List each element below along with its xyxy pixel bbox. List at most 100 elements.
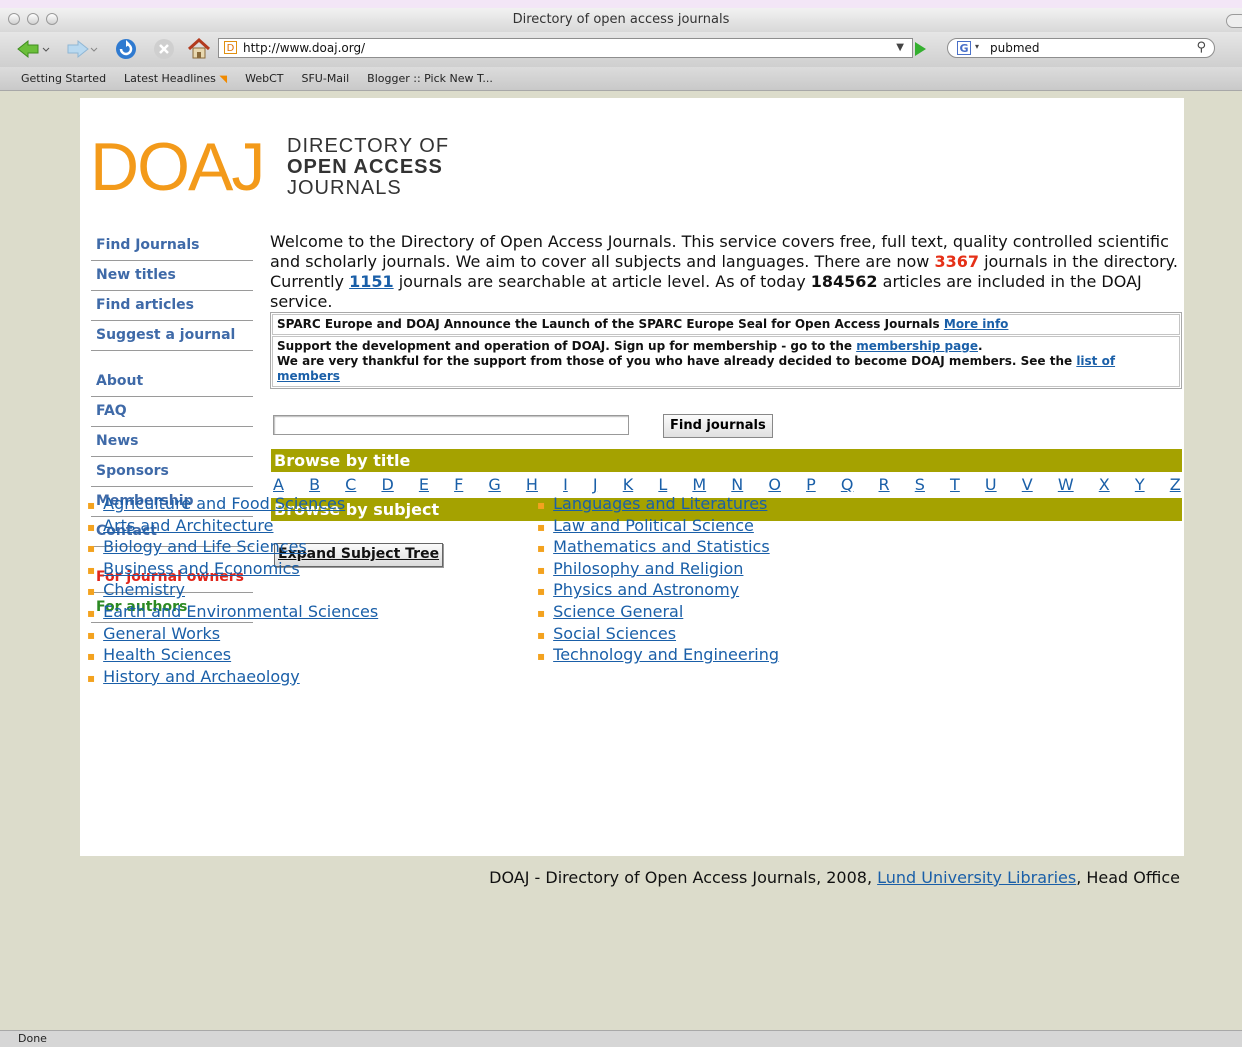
subject-column-left: ▪ Agriculture and Food Sciences ▪ Arts and … [87,494,537,688]
bookmark-getting-started[interactable]: Getting Started [21,72,106,85]
journal-search-input[interactable] [273,415,629,435]
navigation-toolbar: D http://www.doaj.org/ ▼ G ▾ pubmed ⚲ [0,32,1242,67]
subject-list-item: ▪ Mathematics and Statistics [537,537,987,559]
go-arrow-icon[interactable] [915,42,926,56]
title-bar: Directory of open access journals [0,8,1242,33]
magnifier-icon[interactable]: ⚲ [1196,40,1206,55]
search-engine-icon[interactable]: G [957,41,971,55]
lund-university-link[interactable]: Lund University Libraries [877,868,1076,887]
subject-link[interactable]: Business and Economics [103,559,300,578]
subject-link[interactable]: Social Sciences [553,624,676,643]
toolbar-toggle-button[interactable] [1226,14,1242,28]
bookmark-webct[interactable]: WebCT [245,72,283,85]
history-dropdown-icon[interactable]: ▼ [896,42,904,53]
forward-button[interactable] [62,38,100,60]
sparc-notice: SPARC Europe and DOAJ Announce the Launc… [272,314,1180,335]
bookmarks-toolbar: Getting Started Latest Headlines ◥ WebCT… [0,67,1242,91]
subject-link[interactable]: Arts and Architecture [103,516,273,535]
browse-by-title-header: Browse by title [271,449,1182,472]
doaj-logo[interactable]: DOAJ DIRECTORY OF OPEN ACCESS JOURNALS [90,132,448,202]
sidebar-item-new-titles[interactable]: New titles [91,262,253,291]
subject-link[interactable]: Mathematics and Statistics [553,537,770,556]
bullet-icon: ▪ [87,519,96,534]
footer-text: DOAJ - Directory of Open Access Journals… [489,868,878,887]
subject-link[interactable]: History and Archaeology [103,667,300,686]
back-arrow-icon [17,39,50,59]
bookmark-sfu-mail[interactable]: SFU-Mail [301,72,349,85]
subject-link[interactable]: Health Sciences [103,645,231,664]
subject-link[interactable]: Agriculture and Food Sciences [103,494,345,513]
subject-link[interactable]: General Works [103,624,220,643]
support-end: . [977,339,983,353]
letter-link-z[interactable]: Z [1170,475,1181,498]
status-bar: Done [0,1030,1242,1047]
sidebar-item-about[interactable]: About [91,368,253,397]
subject-link[interactable]: Science General [553,602,683,621]
more-info-link[interactable]: More info [944,317,1009,331]
window-title: Directory of open access journals [512,12,730,27]
subject-link[interactable]: Law and Political Science [553,516,754,535]
journal-search-row: Find journals [270,389,1182,449]
web-search-input[interactable]: pubmed [990,41,1040,55]
address-bar[interactable]: D http://www.doaj.org/ ▼ [218,38,913,58]
subject-list-item: ▪ Business and Economics [87,559,537,581]
reload-button[interactable] [113,38,139,60]
sidebar-item-faq[interactable]: FAQ [91,398,253,427]
bullet-icon: ▪ [537,541,546,556]
subject-link[interactable]: Biology and Life Sciences [103,537,307,556]
subject-list-item: ▪ Science General [537,602,987,624]
web-search-box[interactable]: G ▾ pubmed ⚲ [947,38,1215,58]
subject-link[interactable]: Earth and Environmental Sciences [103,602,378,621]
subject-link[interactable]: Languages and Literatures [553,494,767,513]
logo-line-2: OPEN ACCESS [287,156,443,178]
subject-list-item: ▪ Health Sciences [87,645,537,667]
sidebar-item-sponsors[interactable]: Sponsors [91,458,253,487]
subject-list-item: ▪ Arts and Architecture [87,516,537,538]
support-text: Support the development and operation of… [277,339,857,353]
membership-notice: Support the development and operation of… [272,336,1180,387]
subject-link[interactable]: Technology and Engineering [553,645,779,664]
bullet-icon: ▪ [87,584,96,599]
bookmark-label: Latest Headlines [124,72,216,85]
subject-link[interactable]: Chemistry [103,580,185,599]
subject-list-item: ▪ Physics and Astronomy [537,580,987,602]
stop-button[interactable] [151,38,177,60]
sidebar-item-find-journals[interactable]: Find Journals [91,232,253,261]
footer-end: , Head Office [1076,868,1180,887]
browser-window: Directory of open access journals D http… [0,8,1242,1047]
forward-arrow-icon [67,39,98,59]
bullet-icon: ▪ [87,670,96,685]
subject-list-item: ▪ Social Sciences [537,624,987,646]
logo-line-3: JOURNALS [287,177,402,199]
letter-link-v[interactable]: V [1022,475,1033,498]
sidebar-item-suggest-journal[interactable]: Suggest a journal [91,322,253,351]
sidebar-item-find-articles[interactable]: Find articles [91,292,253,321]
find-journals-button[interactable]: Find journals [663,414,773,438]
stop-icon [154,39,174,59]
thanks-text: We are very thankful for the support fro… [277,354,1077,368]
engine-dropdown-icon[interactable]: ▾ [975,42,979,51]
searchable-count-link[interactable]: 1151 [349,272,394,291]
letter-link-y[interactable]: Y [1135,475,1145,498]
subject-list-item: ▪ History and Archaeology [87,667,537,689]
home-button[interactable] [186,38,212,60]
subject-list-item: ▪ Agriculture and Food Sciences [87,494,537,516]
back-button[interactable] [14,38,52,60]
subject-link[interactable]: Physics and Astronomy [553,580,739,599]
subject-link[interactable]: Philosophy and Religion [553,559,743,578]
bullet-icon: ▪ [537,605,546,620]
welcome-text: Welcome to the Directory of Open Access … [270,232,1182,312]
membership-page-link[interactable]: membership page [856,339,978,353]
sidebar-item-news[interactable]: News [91,428,253,457]
bullet-icon: ▪ [537,562,546,577]
bullet-icon: ▪ [87,562,96,577]
bookmark-blogger[interactable]: Blogger :: Pick New T... [367,72,493,85]
letter-link-w[interactable]: W [1058,475,1074,498]
bullet-icon: ▪ [87,541,96,556]
letter-link-x[interactable]: X [1099,475,1110,498]
reload-icon [116,39,136,59]
notice-box: SPARC Europe and DOAJ Announce the Launc… [270,312,1182,389]
bookmark-latest-headlines[interactable]: Latest Headlines ◥ [124,72,227,85]
address-text[interactable]: http://www.doaj.org/ [243,41,365,55]
bullet-icon: ▪ [537,627,546,642]
